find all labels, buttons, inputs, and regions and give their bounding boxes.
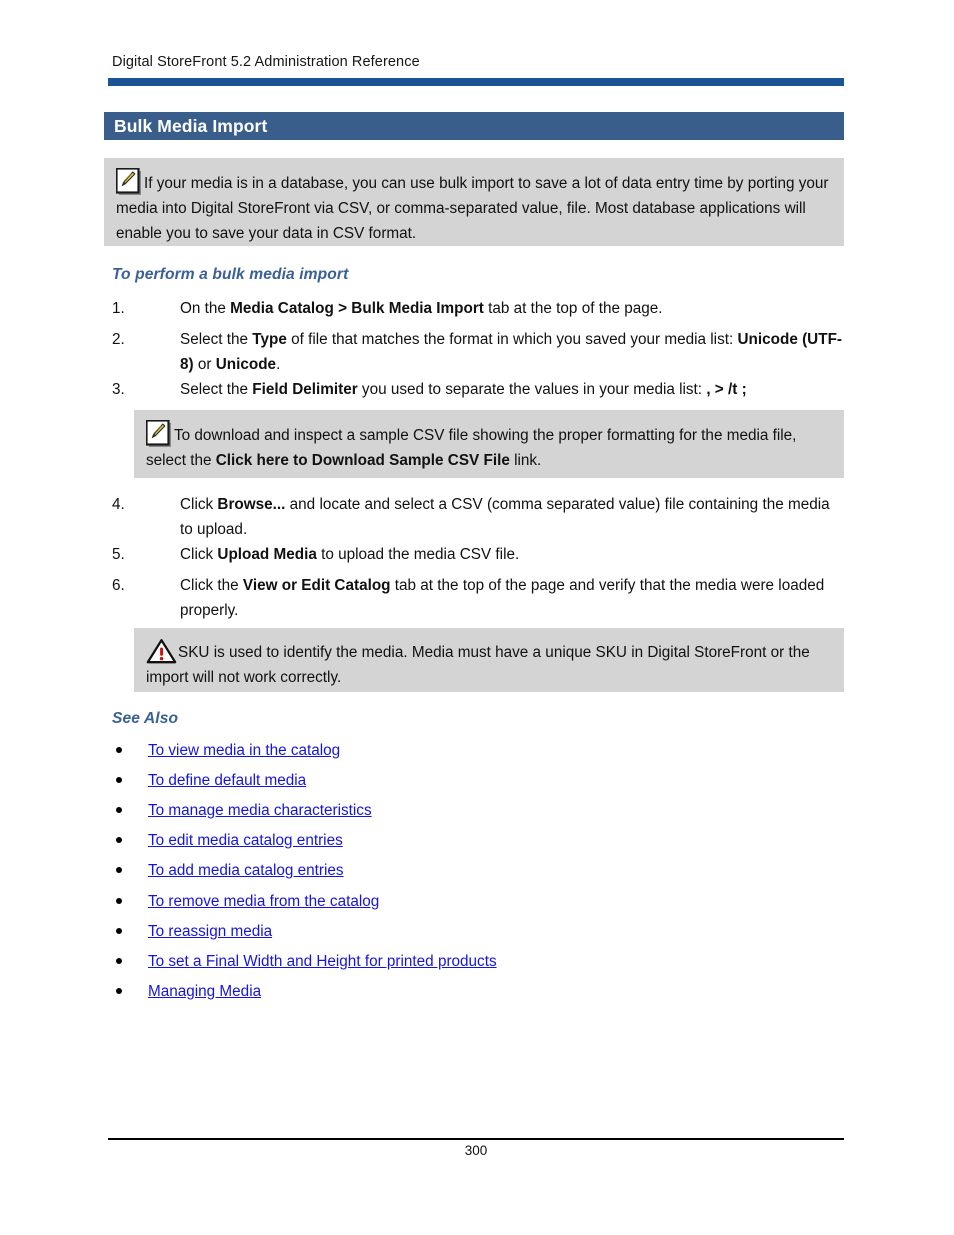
warning-callout-sku: SKU is used to identify the media. Media… bbox=[134, 628, 844, 692]
step-3-delimiters: , > /t ; bbox=[706, 381, 747, 398]
step-text-4: Click Browse... and locate and select a … bbox=[180, 492, 842, 542]
note-callout-sample-csv: To download and inspect a sample CSV fil… bbox=[134, 410, 844, 478]
step-2-bold-3: Unicode bbox=[215, 356, 277, 373]
step-text-6: Click the View or Edit Catalog tab at th… bbox=[180, 573, 842, 623]
see-also-item[interactable]: To view media in the catalog bbox=[116, 740, 340, 762]
pencil-note-icon bbox=[145, 419, 173, 448]
sample-csv-text-after: link. bbox=[509, 452, 542, 469]
step-2-part-1: Select the bbox=[180, 331, 253, 348]
pencil-note-icon bbox=[115, 167, 143, 196]
step-text-1: On the Media Catalog > Bulk Media Import… bbox=[180, 296, 842, 321]
bullet-icon bbox=[116, 837, 122, 843]
page-title: Bulk Media Import bbox=[114, 116, 268, 136]
see-also-item[interactable]: Managing Media bbox=[116, 981, 261, 1003]
step-1-bold-1: Media Catalog > Bulk Media Import bbox=[230, 300, 484, 317]
note-callout-intro: If your media is in a database, you can … bbox=[104, 158, 844, 246]
step-text-2: Select the Type of file that matches the… bbox=[180, 327, 842, 377]
bullet-icon bbox=[116, 958, 122, 964]
see-also-link[interactable]: To reassign media bbox=[148, 921, 272, 943]
step-3-bold-1: Field Delimiter bbox=[252, 381, 358, 398]
bullet-icon bbox=[116, 988, 122, 994]
step-3-part-2: you used to separate the values in your … bbox=[357, 381, 707, 398]
page-title-bar: Bulk Media Import bbox=[104, 112, 844, 140]
step-2-part-4: . bbox=[276, 356, 281, 373]
see-also-link[interactable]: To manage media characteristics bbox=[148, 800, 372, 822]
step-2-part-3: or bbox=[193, 356, 216, 373]
step-number-3: 3. bbox=[112, 381, 125, 398]
step-number-6: 6. bbox=[112, 577, 125, 594]
see-also-item[interactable]: To edit media catalog entries bbox=[116, 830, 343, 852]
see-also-item[interactable]: To set a Final Width and Height for prin… bbox=[116, 951, 497, 973]
step-number-1: 1. bbox=[112, 300, 125, 317]
step-number-4: 4. bbox=[112, 496, 125, 513]
see-also-item[interactable]: To add media catalog entries bbox=[116, 860, 344, 882]
see-also-item[interactable]: To reassign media bbox=[116, 921, 272, 943]
see-also-link[interactable]: To set a Final Width and Height for prin… bbox=[148, 951, 497, 973]
step-number-5: 5. bbox=[112, 546, 125, 563]
warning-callout-sku-text: SKU is used to identify the media. Media… bbox=[146, 638, 832, 690]
step-5-bold-1: Upload Media bbox=[217, 546, 317, 563]
step-4-bold-1: Browse... bbox=[217, 496, 286, 513]
step-text-3: Select the Field Delimiter you used to s… bbox=[180, 377, 842, 402]
bullet-icon bbox=[116, 928, 122, 934]
bullet-icon bbox=[116, 777, 122, 783]
see-also-link[interactable]: To view media in the catalog bbox=[148, 740, 340, 762]
running-header: Digital StoreFront 5.2 Administration Re… bbox=[112, 54, 420, 70]
see-also-link[interactable]: Managing Media bbox=[148, 981, 261, 1003]
procedure-step-2: 2. Select the Type of file that matches … bbox=[112, 327, 842, 377]
step-5-part-2: to upload the media CSV file. bbox=[316, 546, 520, 563]
procedure-step-4: 4. Click Browse... and locate and select… bbox=[112, 492, 842, 542]
procedure-step-1: 1. On the Media Catalog > Bulk Media Imp… bbox=[112, 296, 842, 321]
see-also-link[interactable]: To add media catalog entries bbox=[148, 860, 344, 882]
bullet-icon bbox=[116, 867, 122, 873]
see-also-link[interactable]: To remove media from the catalog bbox=[148, 891, 379, 913]
step-5-part-1: Click bbox=[180, 546, 218, 563]
step-6-bold-1: View or Edit Catalog bbox=[242, 577, 391, 594]
step-6-part-1: Click the bbox=[180, 577, 243, 594]
sample-csv-link-label: Click here to Download Sample CSV File bbox=[215, 452, 510, 469]
note-callout-intro-body: If your media is in a database, you can … bbox=[116, 175, 829, 242]
footer-rule bbox=[108, 1138, 844, 1140]
note-callout-intro-text: If your media is in a database, you can … bbox=[115, 167, 832, 246]
procedure-step-5: 5. Click Upload Media to upload the medi… bbox=[112, 542, 842, 567]
header-rule bbox=[108, 78, 844, 86]
see-also-link[interactable]: To define default media bbox=[148, 770, 306, 792]
see-also-link[interactable]: To edit media catalog entries bbox=[148, 830, 343, 852]
step-number-2: 2. bbox=[112, 331, 125, 348]
step-1-part-2: tab at the top of the page. bbox=[483, 300, 663, 317]
bullet-icon bbox=[116, 747, 122, 753]
step-2-part-2: of file that matches the format in which… bbox=[286, 331, 738, 348]
procedure-step-3: 3. Select the Field Delimiter you used t… bbox=[112, 377, 842, 402]
warning-callout-sku-body: SKU is used to identify the media. Media… bbox=[146, 644, 810, 686]
see-also-item[interactable]: To manage media characteristics bbox=[116, 800, 372, 822]
warning-triangle-icon bbox=[146, 638, 177, 664]
bullet-icon bbox=[116, 898, 122, 904]
step-1-part-1: On the bbox=[180, 300, 231, 317]
note-callout-sample-csv-text: To download and inspect a sample CSV fil… bbox=[145, 419, 832, 473]
document-page: Digital StoreFront 5.2 Administration Re… bbox=[0, 0, 954, 1235]
procedure-heading: To perform a bulk media import bbox=[112, 266, 349, 283]
page-number: 300 bbox=[464, 1143, 488, 1158]
see-also-heading: See Also bbox=[112, 710, 179, 727]
step-4-part-1: Click bbox=[180, 496, 218, 513]
see-also-item[interactable]: To define default media bbox=[116, 770, 306, 792]
step-text-5: Click Upload Media to upload the media C… bbox=[180, 542, 842, 567]
bullet-icon bbox=[116, 807, 122, 813]
procedure-step-6: 6. Click the View or Edit Catalog tab at… bbox=[112, 573, 842, 623]
step-2-bold-1: Type bbox=[252, 331, 287, 348]
see-also-item[interactable]: To remove media from the catalog bbox=[116, 891, 379, 913]
step-3-part-1: Select the bbox=[180, 381, 253, 398]
